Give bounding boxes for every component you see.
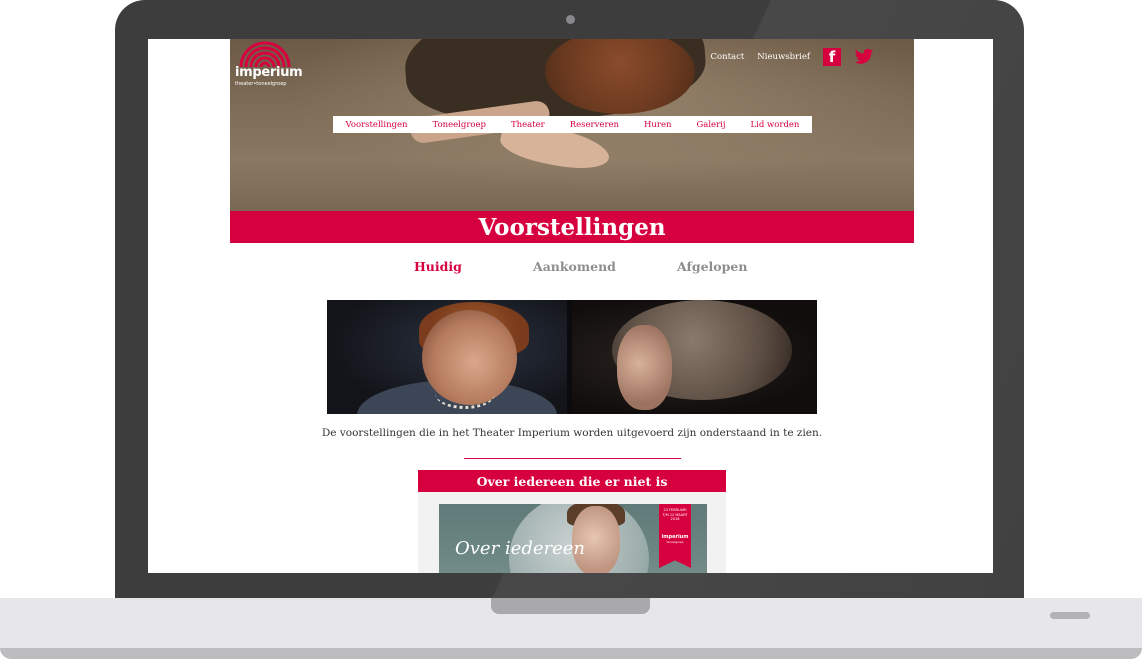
laptop-indicator [1050, 612, 1090, 619]
nav-item-lid-worden[interactable]: Lid worden [750, 120, 799, 130]
poster-ribbon: 23 FEBRUARI T/M 12 MAART 2016 imperium t… [659, 504, 691, 568]
laptop-base-edge [0, 648, 1142, 659]
poster-ribbon-dates: 23 FEBRUARI T/M 12 MAART 2016 [662, 508, 688, 521]
show-card-title[interactable]: Over iedereen die er niet is [418, 470, 726, 492]
show-tabs: Huidig Aankomend Afgelopen [230, 259, 914, 279]
page-title: Voorstellingen [230, 211, 914, 243]
tab-afgelopen[interactable]: Afgelopen [677, 259, 747, 274]
logo-name: imperium [235, 65, 303, 80]
nav-item-theater[interactable]: Theater [511, 120, 545, 130]
tab-aankomend[interactable]: Aankomend [533, 259, 616, 274]
top-links: Contact Nieuwsbrief f [711, 48, 874, 66]
hero-image: imperium theater•toneelgroep Contact Nie… [230, 39, 914, 211]
intro-text: De voorstellingen die in het Theater Imp… [321, 427, 823, 439]
nav-item-huren[interactable]: Huren [644, 120, 671, 130]
main-nav: Voorstellingen Toneelgroep Theater Reser… [333, 116, 812, 133]
site-logo[interactable]: imperium theater•toneelgroep [235, 41, 303, 87]
show-poster[interactable]: Over iedereen 23 FEBRUARI T/M 12 MAART 2… [439, 504, 707, 573]
feature-photo [327, 300, 817, 414]
camera-icon [566, 15, 575, 24]
show-card[interactable]: Over iedereen die er niet is Over iedere… [418, 470, 726, 573]
nav-item-toneelgroep[interactable]: Toneelgroep [433, 120, 486, 130]
photo-pearl-necklace [435, 378, 495, 409]
logo-subtitle: theater•toneelgroep [235, 81, 287, 87]
laptop-notch [491, 598, 650, 614]
nav-item-voorstellingen[interactable]: Voorstellingen [345, 120, 407, 130]
poster-ribbon-sub: toneelgroep [666, 540, 684, 544]
facebook-icon[interactable]: f [823, 48, 841, 66]
twitter-icon[interactable] [854, 48, 874, 66]
photo-actress2-face [617, 325, 672, 410]
contact-link[interactable]: Contact [711, 52, 745, 62]
nav-item-reserveren[interactable]: Reserveren [570, 120, 619, 130]
tab-huidig[interactable]: Huidig [414, 259, 462, 274]
newsletter-link[interactable]: Nieuwsbrief [757, 52, 810, 62]
logo-arcs-icon [239, 41, 291, 67]
browser-viewport: imperium theater•toneelgroep Contact Nie… [148, 39, 993, 573]
section-divider [464, 458, 681, 459]
poster-script-title: Over iedereen [455, 538, 585, 559]
nav-item-galerij[interactable]: Galerij [696, 120, 725, 130]
